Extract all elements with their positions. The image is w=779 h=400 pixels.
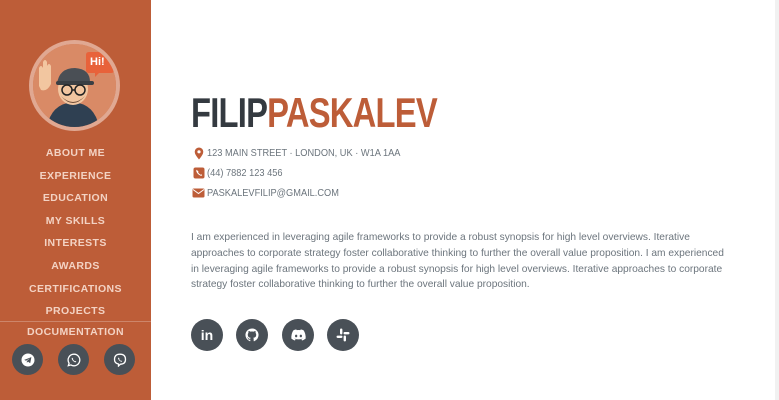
bio-paragraph: I am experienced in leveraging agile fra… [191, 232, 724, 291]
slack-icon [336, 328, 350, 342]
whatsapp-icon [66, 353, 80, 367]
telegram-icon [21, 353, 34, 366]
linkedin-icon: in [200, 327, 214, 343]
nav-item-interests[interactable]: INTERESTS [0, 232, 151, 255]
nav-item-experience[interactable]: EXPERIENCE [0, 165, 151, 188]
discord-button[interactable] [282, 319, 314, 351]
address-row: 123 MAIN STREET · LONDON, UK · W1A 1AA [192, 145, 427, 161]
viber-icon [113, 353, 126, 367]
avatar: Hi! [29, 40, 120, 131]
address-text: 123 MAIN STREET · LONDON, UK · W1A 1AA [207, 147, 401, 159]
email-row: PASKALEVFILIP@GMAIL.COM [192, 185, 357, 201]
nav-item-about-me[interactable]: ABOUT ME [0, 142, 151, 165]
last-name: PASKALEV [267, 89, 438, 136]
nav-item-projects[interactable]: PROJECTS [0, 300, 151, 323]
telegram-button[interactable] [12, 344, 43, 375]
nav-item-certifications[interactable]: CERTIFICATIONS [0, 278, 151, 301]
sidebar-socials [12, 344, 142, 376]
sidebar: Hi! ABOUT ME EXPERIENCE EDUCATION MY SKI… [0, 0, 151, 400]
sidebar-nav: ABOUT ME EXPERIENCE EDUCATION MY SKILLS … [0, 142, 151, 323]
discord-icon [290, 329, 306, 341]
email-link[interactable]: PASKALEVFILIP@GMAIL.COM [207, 187, 339, 199]
page-scrollbar[interactable] [775, 0, 779, 400]
nav-item-my-skills[interactable]: MY SKILLS [0, 210, 151, 233]
envelope-icon [192, 187, 205, 200]
social-links: in [191, 319, 371, 351]
nav-item-awards[interactable]: AWARDS [0, 255, 151, 278]
phone-icon [192, 167, 205, 180]
github-button[interactable] [236, 319, 268, 351]
avatar-speech-badge: Hi! [90, 56, 105, 68]
profile-name: FILIPPASKALEV [191, 88, 438, 138]
nav-item-education[interactable]: EDUCATION [0, 187, 151, 210]
map-marker-icon [192, 147, 205, 160]
whatsapp-button[interactable] [58, 344, 89, 375]
viber-button[interactable] [104, 344, 135, 375]
github-icon [245, 328, 259, 342]
linkedin-button[interactable]: in [191, 319, 223, 351]
nav-item-documentation[interactable]: DOCUMENTATION [0, 321, 151, 344]
slack-button[interactable] [327, 319, 359, 351]
first-name: FILIP [191, 89, 268, 136]
phone-row: (44) 7882 123 456 [192, 165, 293, 181]
main-content: FILIPPASKALEV 123 MAIN STREET · LONDON, … [151, 0, 779, 400]
phone-text: (44) 7882 123 456 [207, 167, 283, 179]
